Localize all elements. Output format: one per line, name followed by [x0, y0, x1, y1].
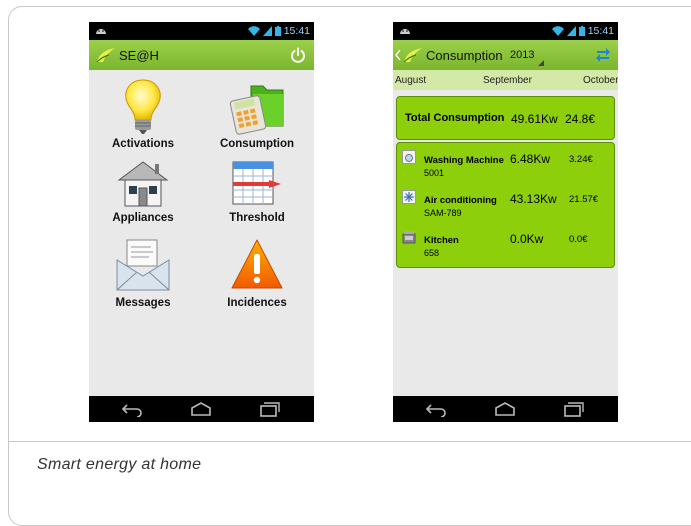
appliance-id: 658 [424, 248, 440, 258]
recent-apps-icon[interactable] [559, 401, 585, 417]
status-bar: 15:41 [89, 22, 314, 40]
appliances-tile[interactable]: Appliances [93, 156, 193, 236]
spinner-arrow-icon [538, 60, 544, 66]
caption-divider [8, 441, 691, 442]
status-time: 15:41 [587, 25, 614, 37]
list-item[interactable]: Washing Machine 5001 6.48Kw 3.24€ [397, 143, 614, 183]
threshold-label: Threshold [229, 212, 285, 224]
signal-icon [262, 26, 272, 36]
consumption-tile[interactable]: Consumption [207, 76, 307, 156]
current-month: September [483, 75, 532, 86]
appliances-label: Appliances [112, 212, 174, 224]
total-kw: 49.61Kw [511, 112, 558, 126]
wifi-icon [551, 26, 564, 36]
app-logo-icon [96, 48, 115, 63]
incidences-label: Incidences [227, 297, 287, 309]
envelope-icon [116, 239, 170, 291]
android-icon [96, 29, 106, 34]
swap-icon[interactable] [596, 46, 610, 64]
prev-month[interactable]: August [395, 75, 426, 86]
calculator-folder-icon [229, 85, 284, 135]
list-item[interactable]: Kitchen 658 0.0Kw 0.0€ [397, 223, 614, 263]
screen-title: Consumption [426, 48, 503, 63]
home-icon[interactable] [188, 401, 214, 417]
home-screen: 15:41 SE@H Activations Consumption Appli… [89, 22, 314, 422]
status-bar: 15:41 [393, 22, 618, 40]
power-icon[interactable] [290, 47, 306, 63]
app-bar: SE@H [89, 40, 314, 70]
appliance-eur: 3.24€ [569, 154, 593, 165]
consumption-screen: 15:41 Consumption 2013 August September … [393, 22, 618, 422]
appliance-id: SAM-789 [424, 208, 462, 218]
warning-icon [231, 239, 283, 289]
activations-label: Activations [112, 138, 174, 150]
light-bulb-icon [125, 79, 161, 134]
total-consumption-card: Total Consumption 49.61Kw 24.8€ [396, 96, 615, 140]
nav-bar [89, 396, 314, 422]
threshold-tile[interactable]: Threshold [207, 156, 307, 236]
back-icon[interactable] [119, 401, 145, 417]
washing-machine-icon [402, 150, 416, 164]
appliances-list: Washing Machine 5001 6.48Kw 3.24€ Air co… [396, 142, 615, 268]
messages-tile[interactable]: Messages [93, 236, 193, 316]
app-bar: Consumption 2013 [393, 40, 618, 70]
signal-icon [566, 26, 576, 36]
year-spinner[interactable]: 2013 [510, 49, 534, 61]
wifi-icon [247, 26, 260, 36]
app-logo-icon[interactable] [402, 46, 424, 64]
battery-icon [274, 26, 281, 36]
appliance-kw: 0.0Kw [510, 232, 544, 246]
nav-bar [393, 396, 618, 422]
total-eur: 24.8€ [565, 112, 596, 126]
appliance-name: Air conditioning [424, 195, 497, 206]
threshold-chart-icon [232, 161, 281, 205]
list-item[interactable]: Air conditioning SAM-789 43.13Kw 21.57€ [397, 183, 614, 223]
snowflake-icon [402, 190, 416, 204]
total-label: Total Consumption [405, 112, 505, 124]
next-month[interactable]: October [583, 75, 618, 86]
kitchen-icon [402, 231, 416, 244]
appliance-name: Kitchen [424, 235, 459, 246]
status-time: 15:41 [283, 25, 310, 37]
app-title: SE@H [119, 48, 159, 63]
incidences-tile[interactable]: Incidences [207, 236, 307, 316]
home-icon[interactable] [492, 401, 518, 417]
appliance-eur: 0.0€ [569, 234, 588, 245]
house-icon [117, 161, 169, 207]
back-icon[interactable] [423, 401, 449, 417]
appliance-id: 5001 [424, 168, 445, 178]
appliance-kw: 43.13Kw [510, 192, 557, 206]
activations-tile[interactable]: Activations [93, 76, 193, 156]
consumption-label: Consumption [219, 138, 295, 150]
appliance-eur: 21.57€ [569, 194, 599, 205]
appliance-name: Washing Machine [424, 155, 504, 166]
month-selector: August September October [393, 70, 618, 90]
recent-apps-icon[interactable] [255, 401, 281, 417]
figure-caption: Smart energy at home [37, 456, 202, 473]
android-icon [400, 29, 410, 34]
appliance-kw: 6.48Kw [510, 152, 551, 166]
messages-label: Messages [115, 297, 171, 309]
up-chevron-icon[interactable] [395, 49, 401, 61]
battery-icon [578, 26, 585, 36]
